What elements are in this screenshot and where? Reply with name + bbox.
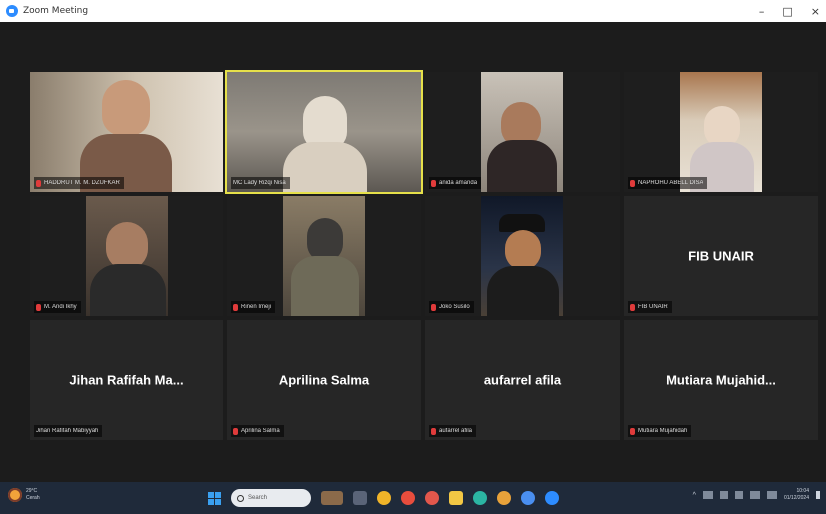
participant-name: FIB UNAIR — [638, 304, 668, 310]
close-button[interactable]: × — [811, 5, 820, 18]
task-view-icon[interactable] — [353, 491, 367, 505]
search-icon — [237, 494, 244, 502]
participant-tile[interactable]: Jihan Rafifah Ma... Jihan Rafifah Mabiyy… — [30, 320, 223, 440]
search-placeholder: Search — [248, 495, 268, 501]
bluetooth-icon[interactable] — [719, 491, 728, 499]
participant-display-name: aufarrel afila — [483, 372, 562, 388]
participant-body — [291, 256, 359, 316]
participant-display-name: Mutiara Mujahid... — [666, 372, 776, 388]
mic-muted-icon — [630, 303, 635, 311]
participant-name: aufarrel afila — [439, 428, 473, 434]
participant-tile[interactable]: NAPROHU ABELL DISA — [624, 72, 818, 192]
participant-nameplate: Jihan Rafifah Mabiyyah — [34, 425, 103, 437]
participant-display-name: Aprilina Salma — [278, 372, 370, 388]
clock-time: 10:04 — [796, 488, 809, 494]
windows-taskbar: 29°C Cerah Search ^ 10:04 01/12/2024 — [0, 482, 826, 514]
participant-tile[interactable]: Mutiara Mujahid... Mutiara Mujahidah — [624, 320, 818, 440]
participant-name: anida amanda — [439, 180, 478, 186]
participant-name: Joko Susilo — [439, 304, 470, 310]
tray-app-icon[interactable] — [702, 491, 713, 499]
windows-start-icon[interactable] — [208, 491, 221, 505]
wifi-icon[interactable] — [734, 491, 743, 499]
weather-icon — [8, 488, 22, 502]
participant-name: Aprilina Salma — [241, 428, 280, 434]
window-title: Zoom Meeting — [23, 6, 89, 16]
battery-icon[interactable] — [766, 491, 777, 499]
edge-icon[interactable] — [473, 491, 487, 505]
window-titlebar: Zoom Meeting – □ × — [0, 0, 826, 22]
mic-muted-icon — [36, 179, 41, 187]
volume-icon[interactable] — [749, 491, 760, 499]
participant-name: Mutiara Mujahidah — [638, 428, 688, 434]
participant-display-name: FIB UNAIR — [688, 248, 754, 264]
participant-name: HADDRUT M. M. DZUFKAR — [44, 180, 120, 186]
meeting-gallery: HADDRUT M. M. DZUFKAR MC Lady Rizqi Nisa… — [0, 22, 826, 482]
taskbar-apps: Search — [208, 487, 559, 509]
taskbar-clock[interactable]: 10:04 01/12/2024 — [784, 488, 809, 502]
participant-nameplate: MC Lady Rizqi Nisa — [231, 177, 290, 189]
mic-muted-icon — [431, 427, 436, 435]
mic-muted-icon — [431, 303, 436, 311]
mic-muted-icon — [630, 179, 635, 187]
app-icon-2[interactable] — [521, 491, 535, 505]
participant-tile[interactable]: aufarrel afila aufarrel afila — [425, 320, 620, 440]
participant-body — [487, 140, 557, 192]
participant-nameplate: Mutiara Mujahidah — [628, 425, 692, 437]
weather-widget[interactable]: 29°C Cerah — [8, 488, 40, 502]
minimize-button[interactable]: – — [759, 5, 765, 18]
participant-name: M. Andi Ikhy — [44, 304, 77, 310]
participant-face — [102, 80, 150, 136]
participant-name: NAPROHU ABELL DISA — [638, 180, 704, 186]
participant-face — [505, 230, 541, 270]
clock-date: 01/12/2024 — [783, 495, 809, 501]
participant-face — [106, 222, 148, 270]
zoom-taskbar-icon[interactable] — [545, 491, 559, 505]
participant-tile[interactable]: HADDRUT M. M. DZUFKAR — [30, 72, 223, 192]
maximize-button[interactable]: □ — [782, 5, 792, 18]
participant-display-name: Jihan Rafifah Ma... — [69, 372, 184, 388]
participant-body — [487, 266, 559, 316]
tray-overflow-icon[interactable]: ^ — [693, 492, 696, 499]
participant-tile[interactable]: Rinen Imeji — [227, 196, 421, 316]
mic-muted-icon — [233, 427, 238, 435]
app-icon[interactable] — [497, 491, 511, 505]
participant-tile[interactable]: anida amanda — [425, 72, 620, 192]
mic-muted-icon — [630, 427, 635, 435]
participant-nameplate: FIB UNAIR — [628, 301, 672, 313]
participant-nameplate: Aprilina Salma — [231, 425, 284, 437]
weather-text: 29°C Cerah — [26, 488, 40, 502]
window-controls: – □ × — [759, 0, 820, 22]
participant-nameplate: HADDRUT M. M. DZUFKAR — [34, 177, 124, 189]
wallpaper-icon[interactable] — [321, 491, 343, 505]
participant-tile[interactable]: MC Lady Rizqi Nisa — [225, 70, 423, 194]
mic-muted-icon — [431, 179, 436, 187]
mic-muted-icon — [36, 303, 41, 311]
participant-tile[interactable]: FIB UNAIR FIB UNAIR — [624, 196, 818, 316]
participant-nameplate: Rinen Imeji — [231, 301, 276, 313]
participant-nameplate: Joko Susilo — [429, 301, 474, 313]
media-icon[interactable] — [425, 491, 439, 505]
chrome-icon[interactable] — [377, 491, 391, 505]
taskbar-search[interactable]: Search — [231, 489, 311, 507]
participant-nameplate: anida amanda — [429, 177, 482, 189]
participant-name: Jihan Rafifah Mabiyyah — [36, 428, 99, 434]
participant-nameplate: aufarrel afila — [429, 425, 477, 437]
mic-muted-icon — [233, 303, 238, 311]
participant-nameplate: NAPROHU ABELL DISA — [628, 177, 708, 189]
participant-tile[interactable]: Aprilina Salma Aprilina Salma — [227, 320, 421, 440]
system-tray: ^ 10:04 01/12/2024 — [693, 488, 820, 502]
participant-nameplate: M. Andi Ikhy — [34, 301, 81, 313]
file-explorer-icon[interactable] — [449, 491, 463, 505]
weather-temp: 29°C — [26, 488, 38, 494]
weather-condition: Cerah — [26, 495, 40, 501]
participant-name: MC Lady Rizqi Nisa — [233, 180, 286, 186]
participant-body — [90, 264, 166, 316]
participant-tile[interactable]: Joko Susilo — [425, 196, 620, 316]
zoom-app-icon — [6, 5, 18, 17]
browser-icon[interactable] — [401, 491, 415, 505]
participant-body — [283, 142, 367, 192]
notification-icon[interactable] — [816, 491, 820, 499]
participant-tile[interactable]: M. Andi Ikhy — [30, 196, 223, 316]
participant-name: Rinen Imeji — [241, 304, 272, 310]
